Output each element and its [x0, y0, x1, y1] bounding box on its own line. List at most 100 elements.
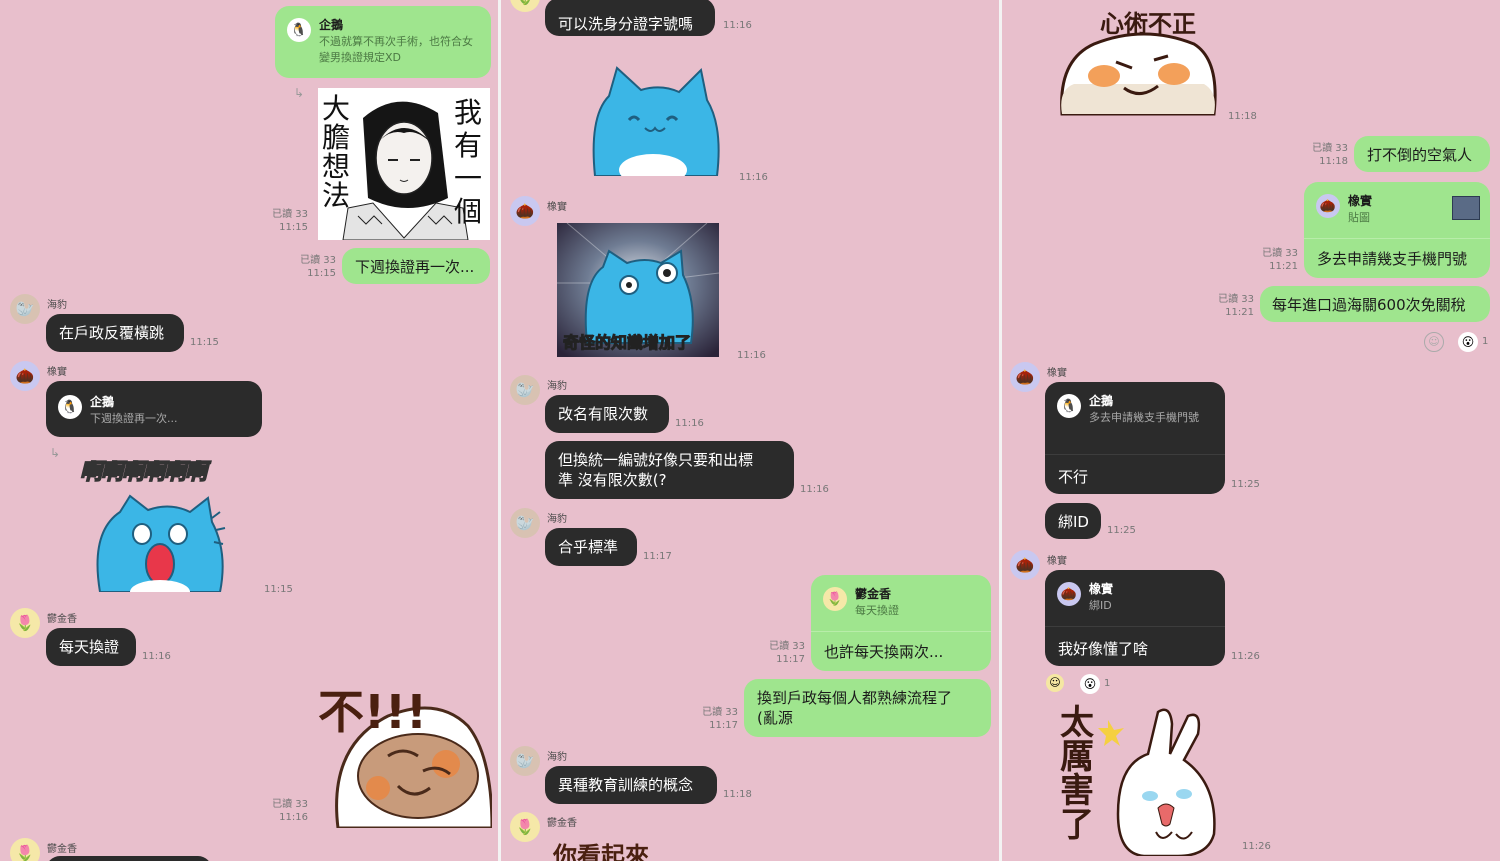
timestamp: 11:18	[723, 789, 752, 800]
read-receipt: 已讀 33 11:21	[1262, 248, 1298, 272]
message-bubble[interactable]: 可以洗身分證字號嗎	[545, 0, 715, 36]
reply-bubble[interactable]: 🌷 鬱金香 每天換證 也許每天換兩次...	[811, 575, 991, 671]
reaction-icon[interactable]: 😮	[1080, 674, 1100, 694]
read-receipt: 已讀 33 11:17	[769, 641, 805, 665]
acorn-avatar-icon[interactable]: 🌰	[510, 196, 540, 226]
message-bubble[interactable]: 綁ID	[1045, 503, 1101, 539]
message-bubble[interactable]: 改名有限次數	[545, 395, 669, 433]
reply-text: 不行	[1058, 468, 1089, 486]
reply-text: 多去申請幾支手機門號	[1317, 250, 1468, 268]
quoted-name: 企鵝	[90, 395, 115, 409]
message-bubble[interactable]: 每年進口過海關600次免關稅	[1260, 286, 1490, 322]
sender-name: 鬱金香	[47, 614, 77, 625]
quoted-text: 下週換證再一次...	[90, 412, 178, 425]
quoted-name: 橡實	[1089, 582, 1114, 596]
no-sticker[interactable]: 不!!!	[318, 676, 494, 830]
read-receipt: 已讀 33 11:21	[1218, 294, 1254, 318]
reply-bubble[interactable]: 🌰 橡實 貼圖 多去申請幾支手機門號	[1304, 182, 1490, 278]
add-reaction-icon[interactable]: ☺	[1424, 332, 1444, 352]
timestamp: 11:25	[1231, 479, 1260, 490]
timestamp: 11:18	[1228, 111, 1257, 122]
reaction-count: 1	[1104, 678, 1111, 689]
chat-panel-1: 🐧 企鵝 不過就算不再次手術，也符合女變男換證規定XD ↳ 大膽想法 我有一個 …	[0, 0, 498, 861]
timestamp: 11:16	[800, 484, 829, 495]
reply-text: 我好像懂了啥	[1058, 640, 1149, 658]
knowledge-sticker[interactable]: 奇怪的知識增加了	[557, 222, 720, 357]
tulip-avatar-icon[interactable]: 🌷	[10, 838, 40, 861]
message-bubble[interactable]: 但換統一編號好像只要和出標準 沒有限次數(?	[545, 441, 794, 499]
sticker-caption: 心術不正	[1100, 10, 1196, 38]
timestamp: 11:16	[739, 172, 768, 183]
message-bubble[interactable]: 換到戶政每個人都熟練流程了 (亂源	[744, 679, 991, 737]
timestamp: 11:25	[1107, 525, 1136, 536]
message-bubble[interactable]: 在戶政反覆橫跳	[46, 314, 184, 352]
sender-name: 橡實	[547, 202, 567, 213]
seal-avatar-icon[interactable]: 🦭	[510, 375, 540, 405]
reply-bubble[interactable]: 🐧 企鵝 下週換證再一次...	[46, 381, 262, 437]
quoted-name: 企鵝	[1089, 394, 1114, 408]
tulip-avatar-icon[interactable]: 🌷	[510, 812, 540, 842]
acorn-avatar-icon[interactable]: 🌰	[1010, 550, 1040, 580]
sticker-caption: 啊啊啊啊啊啊	[79, 459, 208, 486]
reply-arrow-icon: ↳	[50, 446, 61, 460]
quoted-name: 企鵝	[319, 18, 344, 32]
timestamp: 11:16	[675, 418, 704, 429]
sender-name: 橡實	[1047, 556, 1067, 567]
message-bubble[interactable]: 合乎標準	[545, 528, 637, 566]
tulip-avatar-icon: 🌷	[823, 587, 847, 611]
seal-avatar-icon[interactable]: 🦭	[510, 508, 540, 538]
message-bubble[interactable]: 每天換證	[46, 628, 136, 666]
sender-name: 海豹	[547, 514, 567, 525]
acorn-avatar-icon[interactable]: 🌰	[10, 361, 40, 391]
reply-bubble[interactable]: 🌰 橡實 綁ID 我好像懂了啥	[1045, 570, 1225, 666]
reply-arrow-icon: ↳	[294, 86, 305, 100]
read-receipt: 已讀 33 11:15	[300, 255, 336, 279]
quoted-text: 貼圖	[1348, 211, 1370, 224]
message-bubble[interactable]: 異種教育訓練的概念	[545, 766, 717, 804]
sticker-caption: 奇怪的知識增加了	[562, 333, 692, 353]
reaction-count: 1	[1482, 336, 1489, 347]
read-receipt: 已讀 33 11:16	[272, 799, 308, 823]
timestamp: 11:15	[190, 337, 219, 348]
rabbit-sticker[interactable]: 太厲害了	[1058, 703, 1228, 858]
tulip-avatar-icon[interactable]: 🌷	[510, 0, 540, 12]
sticker-caption: 你看起來	[553, 842, 649, 861]
sticker-caption: 太厲害了	[1060, 703, 1094, 845]
reaction-icon[interactable]: 😮	[1458, 332, 1478, 352]
reply-bubble[interactable]: 🐧 企鵝 多去申請幾支手機門號 不行	[1045, 382, 1225, 494]
manga-sticker[interactable]: 大膽想法 我有一個	[318, 88, 490, 241]
sticker-text-right: 我有一個	[454, 96, 483, 228]
timestamp: 11:15	[264, 584, 293, 595]
acorn-avatar-icon[interactable]: 🌰	[1010, 362, 1040, 392]
seal-avatar-icon[interactable]: 🦭	[10, 294, 40, 324]
acorn-avatar-icon: 🌰	[1057, 582, 1081, 606]
add-reaction-icon[interactable]: ☺	[1046, 674, 1064, 692]
seal-avatar-icon[interactable]: 🦭	[510, 746, 540, 776]
read-receipt: 已讀 33 11:18	[1312, 143, 1348, 167]
tulip-avatar-icon[interactable]: 🌷	[10, 608, 40, 638]
penguin-avatar-icon: 🐧	[58, 395, 82, 419]
bun-sticker[interactable]: 心術不正	[1054, 0, 1224, 118]
quoted-name: 橡實	[1348, 194, 1373, 208]
quoted-name: 鬱金香	[855, 587, 892, 601]
timestamp: 11:26	[1231, 651, 1260, 662]
sender-name: 海豹	[47, 300, 67, 311]
timestamp: 11:17	[643, 551, 672, 562]
acorn-avatar-icon: 🌰	[1316, 194, 1340, 218]
blue-cat-shouting-icon	[96, 494, 226, 604]
message-bubble[interactable]	[46, 856, 212, 861]
message-bubble[interactable]: 下週換證再一次...	[342, 248, 490, 284]
blue-cat-sticker[interactable]	[90, 492, 230, 604]
read-receipt: 已讀 33 11:17	[702, 707, 738, 731]
blue-cat-sticker[interactable]	[589, 66, 723, 186]
sticker-caption: 不!!!	[318, 685, 427, 739]
sender-name: 海豹	[547, 752, 567, 763]
sender-name: 橡實	[1047, 368, 1067, 379]
quoted-text: 多去申請幾支手機門號	[1089, 411, 1199, 424]
timestamp: 11:16	[142, 651, 171, 662]
quoted-text: 綁ID	[1089, 599, 1112, 612]
sender-name: 橡實	[47, 367, 67, 378]
sender-name: 海豹	[547, 381, 567, 392]
message-bubble[interactable]: 打不倒的空氣人	[1354, 136, 1490, 172]
reply-bubble[interactable]: 🐧 企鵝 不過就算不再次手術，也符合女變男換證規定XD	[275, 6, 491, 78]
